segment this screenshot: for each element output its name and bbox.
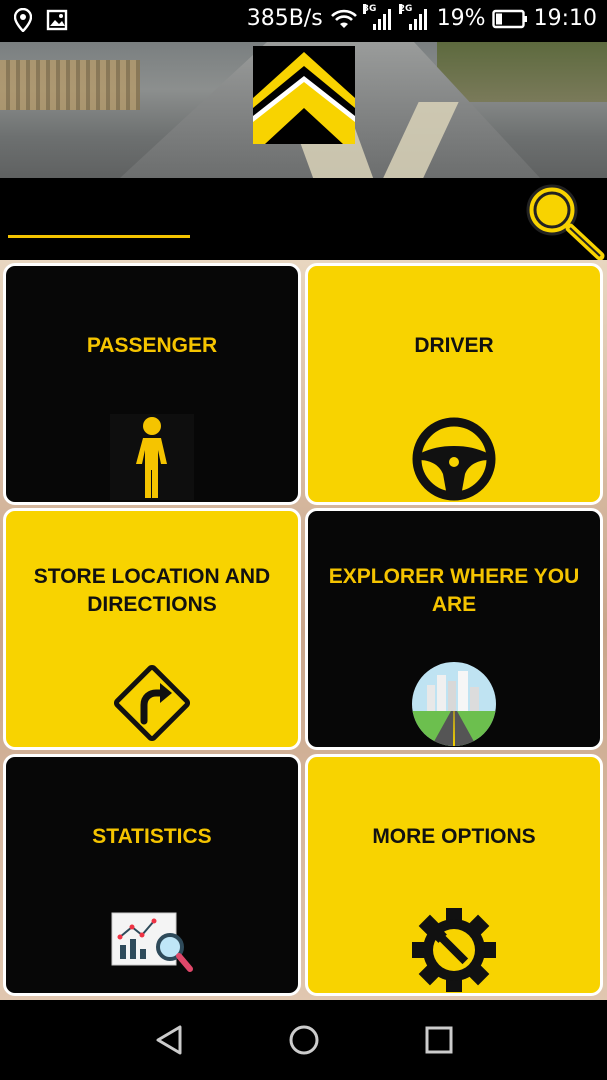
statistics-tile[interactable]: STATISTICS [3,754,301,996]
city-road-icon [411,661,497,747]
explorer-tile[interactable]: EXPLORER WHERE YOU ARE [305,508,603,750]
location-icon [14,8,32,32]
steering-wheel-icon [411,416,497,502]
search-input[interactable] [8,200,190,238]
home-button[interactable] [286,1022,322,1058]
status-bar: 385B/s 3G 2G 19% 19:10 [0,0,607,42]
gear-wrench-icon [409,905,499,993]
sim1-network-tag: 3G [362,3,377,14]
back-icon [156,1025,182,1055]
battery-icon [491,9,527,28]
home-icon [289,1025,319,1055]
banner-fence [0,60,140,110]
app-logo [253,46,355,144]
turn-right-sign-icon [108,659,196,747]
tile-label: PASSENGER [86,334,218,357]
passenger-tile[interactable]: PASSENGER [3,263,301,505]
signal-icon: 2G [398,3,431,30]
person-icon [110,414,194,500]
recents-button[interactable] [421,1022,457,1058]
wifi-icon [330,9,357,28]
recents-icon [425,1026,453,1054]
tile-label: STORE LOCATION AND DIRECTIONS [33,565,271,616]
tile-label: DRIVER [414,334,494,357]
clock: 19:10 [533,6,597,31]
back-button[interactable] [152,1022,188,1058]
driver-tile[interactable]: DRIVER [305,263,603,505]
tile-label: STATISTICS [92,825,212,848]
image-icon [46,9,68,31]
signal-icon: 3G [362,3,395,30]
sim2-network-tag: 2G [398,3,413,14]
tile-label: MORE OPTIONS [372,825,536,848]
more-options-tile[interactable]: MORE OPTIONS [305,754,603,996]
navigation-bar [0,1000,607,1080]
store-location-tile[interactable]: STORE LOCATION AND DIRECTIONS [3,508,301,750]
chart-magnifier-icon [110,909,194,975]
tile-label: EXPLORER WHERE YOU ARE [328,565,580,616]
banner-grass [437,42,607,102]
network-speed: 385B/s [246,6,323,31]
search-icon [526,184,605,261]
battery-percent: 19% [436,6,486,31]
search-button[interactable] [520,182,606,262]
